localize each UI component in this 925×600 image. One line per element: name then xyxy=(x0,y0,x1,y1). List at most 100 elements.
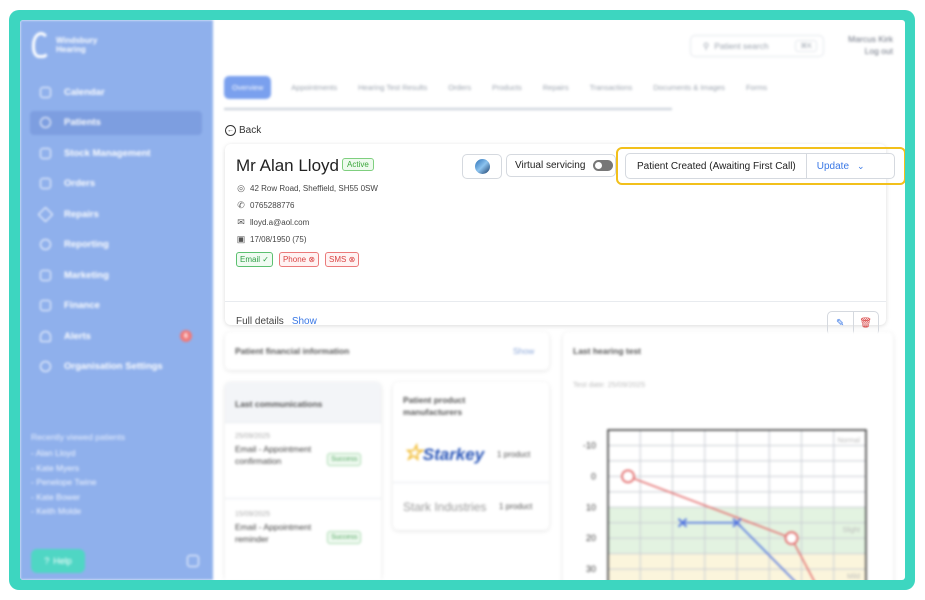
sidebar-item-marketing[interactable]: Marketing xyxy=(30,263,202,287)
y-tick-label: -10 xyxy=(583,440,596,450)
recent-patient-link[interactable]: - Kate Myers xyxy=(31,463,125,473)
manufacturer-logo-button[interactable] xyxy=(462,154,502,179)
tab-documents-images[interactable]: Documents & Images xyxy=(644,78,734,97)
tab-products[interactable]: Products xyxy=(483,78,531,97)
help-button[interactable]: ? Help xyxy=(31,549,85,573)
y-tick-label: 20 xyxy=(586,533,596,543)
sidebar-item-stock-management[interactable]: Stock Management xyxy=(30,141,202,165)
update-label: Update xyxy=(816,160,850,172)
communication-date: 25/09/2025 xyxy=(235,433,271,440)
sidebar-item-label: Calendar xyxy=(64,86,105,98)
chip-label: SMS xyxy=(329,255,347,264)
virtual-servicing-label: Virtual servicing xyxy=(515,160,586,171)
overview-lower-section: Patient financial information Show Last … xyxy=(213,332,905,580)
recent-patient-link[interactable]: - Kate Bower xyxy=(31,492,125,502)
sms-preference-chip[interactable]: SMS ⊗ xyxy=(325,252,360,267)
tab-overview[interactable]: Overview xyxy=(224,76,272,99)
sidebar-item-finance[interactable]: Finance xyxy=(30,294,202,318)
search-icon: ⚲ xyxy=(703,40,710,51)
sidebar-item-label: Finance xyxy=(64,300,100,311)
email-preference-chip[interactable]: Email ✓ xyxy=(236,252,273,267)
communication-item[interactable]: 15/09/2025 Email - Appointment reminder S… xyxy=(225,498,381,580)
virtual-servicing-toggle[interactable]: Virtual servicing xyxy=(506,154,616,177)
sidebar-item-repairs[interactable]: Repairs xyxy=(30,202,202,226)
patients-icon xyxy=(40,117,51,128)
phone-preference-chip[interactable]: Phone ⊗ xyxy=(278,252,320,267)
right-ear-marker xyxy=(621,469,635,484)
phone-text: 0765288776 xyxy=(250,201,295,210)
patient-stage-selector[interactable]: Patient Created (Awaiting First Call) Up… xyxy=(625,153,895,179)
recent-patients: Recently viewed patients - Alan Lloyd - … xyxy=(31,432,125,521)
contact-preferences: Email ✓ Phone ⊗ SMS ⊗ xyxy=(236,252,360,267)
communication-text: Email - Appointment confirmation xyxy=(235,444,312,466)
sidebar-item-label: Patients xyxy=(64,117,101,128)
brand-name: Windsbury Hearing xyxy=(56,36,98,54)
tab-orders[interactable]: Orders xyxy=(439,78,480,97)
address-text: 42 Row Road, Sheffield, SH55 0SW xyxy=(250,184,378,193)
sidebar: Windsbury Hearing Calendar Patients Stoc… xyxy=(20,20,213,580)
collapse-sidebar-icon[interactable] xyxy=(187,555,199,567)
patient-search-input[interactable]: ⚲ Patient search ⌘K xyxy=(690,35,824,57)
communication-item[interactable]: 25/09/2025 Email - Appointment confirmati… xyxy=(225,422,381,499)
financial-title: Patient financial information xyxy=(235,346,350,356)
sidebar-item-label: Marketing xyxy=(64,269,109,281)
manufacturer-name: Starkey xyxy=(422,445,485,464)
help-icon: ? xyxy=(44,556,50,566)
tab-forms[interactable]: Forms xyxy=(737,78,776,97)
tab-underline xyxy=(224,108,672,110)
tab-repairs[interactable]: Repairs xyxy=(534,78,578,97)
status-badge: Active xyxy=(342,158,374,171)
stage-label: Patient Created (Awaiting First Call) xyxy=(626,154,807,178)
sidebar-item-label: Stock Management xyxy=(64,147,151,159)
user-name: Marcus Kirk xyxy=(848,34,893,44)
tab-transactions[interactable]: Transactions xyxy=(581,78,642,97)
chip-label: Email xyxy=(240,255,261,264)
financial-show-link[interactable]: Show xyxy=(513,346,534,356)
star-icon: ☆ xyxy=(403,440,423,465)
logout-link[interactable]: Log out xyxy=(848,45,893,57)
x-circle-icon: ⊗ xyxy=(348,255,356,264)
recent-patients-title: Recently viewed patients xyxy=(31,432,126,442)
cake-icon: ▣ xyxy=(236,234,246,244)
communications-panel: Last communications 25/09/2025 Email - Ap… xyxy=(225,382,381,580)
card-divider xyxy=(225,301,886,302)
recent-patient-link[interactable]: - Keith Molde xyxy=(31,506,125,516)
right-ear-marker xyxy=(784,531,799,546)
starkey-logo: ☆Starkey xyxy=(403,440,484,466)
toggle-switch[interactable] xyxy=(593,160,614,171)
communication-text: Email - Appointment reminder xyxy=(235,522,312,544)
calendar-icon xyxy=(40,86,51,98)
search-shortcut: ⌘K xyxy=(795,40,817,52)
x-circle-icon: ⊗ xyxy=(308,255,316,264)
stock-icon xyxy=(40,147,51,159)
sidebar-item-organisation-settings[interactable]: Organisation Settings xyxy=(30,355,202,379)
dob-text: 17/08/1950 (75) xyxy=(250,235,307,244)
patient-phone: ✆ 0765288776 xyxy=(236,200,295,211)
sidebar-item-reporting[interactable]: Reporting xyxy=(30,233,202,257)
recent-patient-link[interactable]: - Penelope Twine xyxy=(31,477,125,487)
success-badge: Success xyxy=(327,453,362,466)
sidebar-item-patients[interactable]: Patients xyxy=(30,110,202,135)
pie-chart-icon xyxy=(40,239,51,250)
wrench-icon xyxy=(37,206,54,222)
sidebar-item-calendar[interactable]: Calendar xyxy=(30,80,202,104)
manufacturers-panel: Patient product manufacturers ☆Starkey 1… xyxy=(393,382,549,530)
back-link[interactable]: ← Back xyxy=(225,125,261,136)
show-full-details-link[interactable]: Show xyxy=(292,316,317,327)
patient-tabs: Overview Appointments Hearing Test Resul… xyxy=(224,76,777,99)
help-label: Help xyxy=(53,556,72,566)
sidebar-item-orders[interactable]: Orders xyxy=(30,172,202,196)
recent-patient-link[interactable]: - Alan Lloyd xyxy=(31,448,125,458)
chip-label: Phone xyxy=(282,255,307,264)
mail-icon xyxy=(40,269,51,281)
band-label: Normal xyxy=(837,437,860,444)
brand-logo[interactable]: Windsbury Hearing xyxy=(32,32,106,58)
sidebar-item-alerts[interactable]: Alerts 6 xyxy=(30,324,202,348)
gear-icon xyxy=(40,361,51,372)
update-stage-button[interactable]: Update ⌄ xyxy=(807,161,865,172)
full-details-row: Full details Show xyxy=(236,316,317,327)
phone-icon: ✆ xyxy=(237,200,245,210)
patient-name: Mr Alan Lloyd xyxy=(236,156,339,175)
tab-appointments[interactable]: Appointments xyxy=(282,78,346,97)
tab-hearing-test-results[interactable]: Hearing Test Results xyxy=(349,78,436,97)
